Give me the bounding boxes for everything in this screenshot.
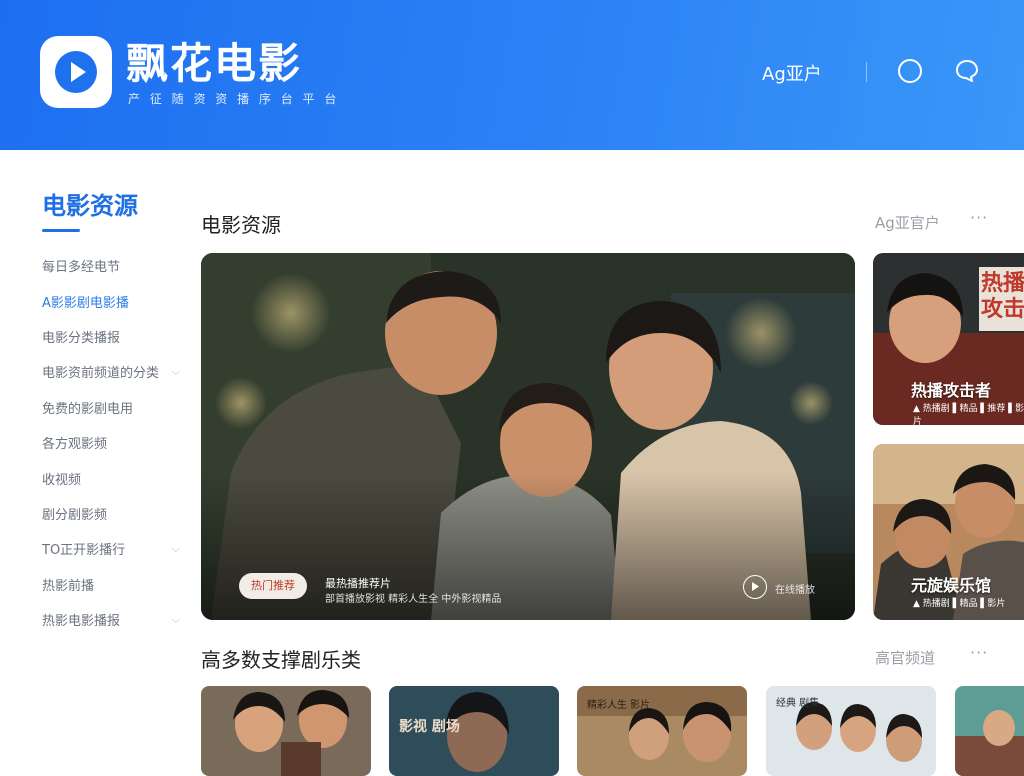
- sidebar-item-label: TO正开影播行: [42, 543, 126, 559]
- sidebar-item[interactable]: 电影分类播报: [42, 319, 192, 354]
- user-icon[interactable]: [897, 58, 923, 84]
- more-icon[interactable]: ···: [970, 643, 988, 662]
- sidebar-item[interactable]: TO正开影播行 ⌵: [42, 531, 192, 566]
- sidebar-item-active[interactable]: A影影剧电影播: [42, 283, 192, 318]
- featured-card-subtitle: ▲ 热播剧 ▌精品 ▌推荐 ▌影片: [913, 404, 1024, 425]
- sidebar-item-label: 每日多经电节: [42, 260, 121, 276]
- sidebar-item[interactable]: 热影电影播报 ⌵: [42, 602, 192, 637]
- brand-subtitle: 产 征 随 资 资 播 序 台 平 台: [128, 92, 340, 106]
- sidebar-item[interactable]: 每日多经电节: [42, 248, 192, 283]
- sidebar-item[interactable]: 剧分剧影频: [42, 496, 192, 531]
- header-divider: [866, 62, 867, 82]
- sidebar-item-label: 各方观影频: [42, 437, 108, 453]
- chevron-down-icon: ⌵: [171, 364, 180, 378]
- more-icon[interactable]: ···: [970, 208, 988, 227]
- movie-thumbnail-text: 影视 剧场: [399, 719, 460, 735]
- sidebar-item-label: 电影分类播报: [42, 330, 121, 346]
- app-header: 飘花电影 产 征 随 资 资 播 序 台 平 台 Ag亚户: [0, 0, 1024, 150]
- sidebar-title: 电影资源: [42, 192, 138, 220]
- movie-thumbnail-image: [201, 686, 371, 776]
- movie-thumbnail[interactable]: 精彩人生 影片: [577, 686, 747, 776]
- section-title: 电影资源: [201, 213, 281, 237]
- hero-tag-badge: 热门推荐: [239, 573, 307, 599]
- movie-thumbnail[interactable]: [955, 686, 1024, 776]
- sidebar-item-label: 免费的影剧电用: [42, 401, 134, 417]
- hero-play-label[interactable]: 在线播放: [775, 581, 815, 596]
- sidebar-item[interactable]: 免费的影剧电用: [42, 390, 192, 425]
- featured-card[interactable]: 热播攻击 热播攻击者 ▲ 热播剧 ▌精品 ▌推荐 ▌影片: [873, 253, 1024, 425]
- chevron-down-icon: ⌵: [171, 541, 180, 555]
- play-icon[interactable]: [743, 575, 767, 599]
- movie-thumbnail[interactable]: 影视 剧场: [389, 686, 559, 776]
- featured-card-subtitle: ▲ 热播剧 ▌精品 ▌影片: [913, 599, 1006, 609]
- brand-title: 飘花电影: [126, 39, 303, 88]
- account-link[interactable]: Ag亚户: [762, 60, 822, 86]
- movie-thumbnail[interactable]: 经典 剧集: [766, 686, 936, 776]
- featured-card-poster-text: 热播攻击: [981, 271, 1024, 322]
- chevron-down-icon: ⌵: [171, 612, 180, 626]
- chat-icon[interactable]: [954, 58, 980, 84]
- featured-card-title: 元旋娱乐馆: [911, 576, 992, 595]
- sidebar-item[interactable]: 电影资前频道的分类 ⌵: [42, 354, 192, 389]
- hero-banner[interactable]: 热门推荐 最热播推荐片 部首播放影视 精彩人生全 中外影视精品 在线播放: [201, 253, 855, 620]
- sidebar-item[interactable]: 收视频: [42, 460, 192, 495]
- featured-card-title: 热播攻击者: [911, 381, 992, 400]
- sidebar-item[interactable]: 各方观影频: [42, 425, 192, 460]
- sidebar-item-label: 剧分剧影频: [42, 507, 108, 523]
- sidebar-item-label: A影影剧电影播: [42, 295, 129, 311]
- hero-image: [201, 253, 855, 620]
- sidebar-item-label: 热影电影播报: [42, 614, 121, 630]
- section-title: 高多数支撑剧乐类: [201, 648, 361, 672]
- movie-thumbnail-text: 经典 剧集: [776, 698, 820, 709]
- hero-caption-title: 最热播推荐片: [325, 577, 391, 590]
- sidebar-item-label: 热影前播: [42, 578, 95, 594]
- sidebar-item-label: 电影资前频道的分类: [42, 366, 160, 382]
- app-logo[interactable]: [40, 36, 112, 108]
- sidebar-item-label: 收视频: [42, 472, 82, 488]
- sidebar-item[interactable]: 热影前播: [42, 567, 192, 602]
- featured-card[interactable]: 元旋娱乐馆 ▲ 热播剧 ▌精品 ▌影片: [873, 444, 1024, 620]
- sidebar-title-underline: [42, 229, 80, 232]
- movie-thumbnail-image: [955, 686, 1024, 776]
- section-more-link[interactable]: Ag亚官户: [875, 212, 940, 233]
- hero-caption-text: 部首播放影视 精彩人生全 中外影视精品: [325, 594, 502, 605]
- movie-thumbnail-text: 精彩人生 影片: [587, 700, 651, 711]
- sidebar-menu: 每日多经电节 A影影剧电影播 电影分类播报 电影资前频道的分类 ⌵ 免费的影剧电用…: [42, 248, 192, 637]
- movie-thumbnail[interactable]: [201, 686, 371, 776]
- play-logo-icon: [55, 51, 97, 93]
- section-more-link[interactable]: 高官频道: [875, 647, 935, 668]
